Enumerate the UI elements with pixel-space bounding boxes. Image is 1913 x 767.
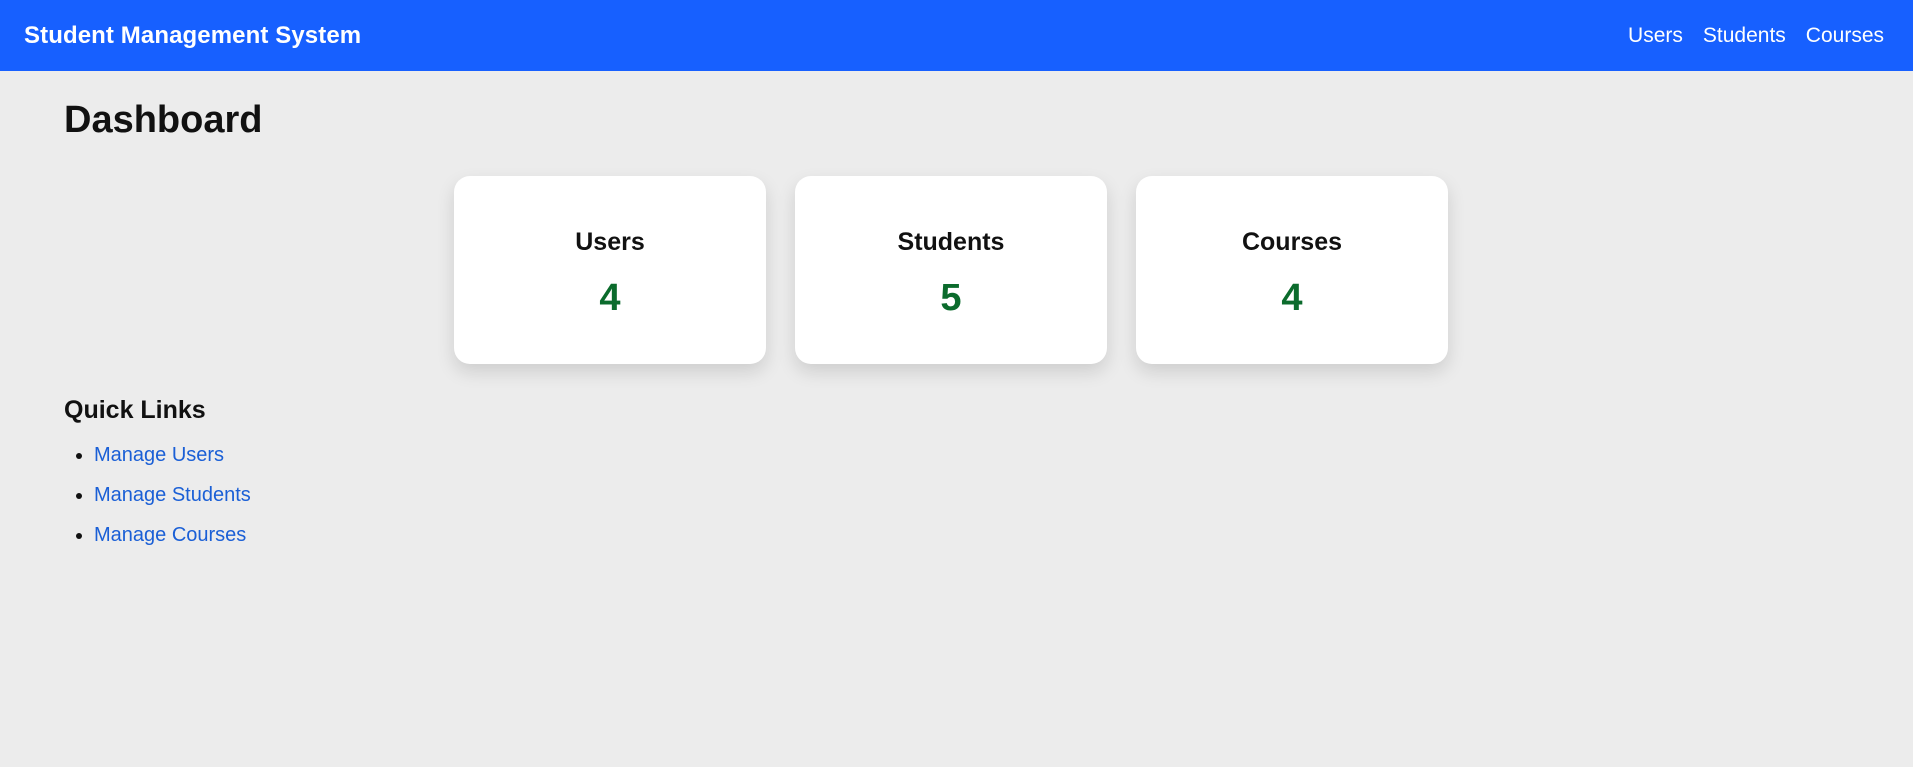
- page-title: Dashboard: [64, 99, 263, 141]
- manage-users-link[interactable]: Manage Users: [94, 444, 224, 466]
- stat-card-value: 5: [940, 277, 962, 319]
- stat-card-courses: Courses 4: [1136, 176, 1448, 364]
- quick-links-section: Quick Links Manage Users Manage Students…: [64, 396, 251, 564]
- app-title[interactable]: Student Management System: [24, 22, 361, 50]
- list-item: Manage Users: [94, 444, 251, 467]
- list-item: Manage Courses: [94, 524, 251, 547]
- stat-card-users: Users 4: [454, 176, 766, 364]
- quick-links-title: Quick Links: [64, 396, 206, 424]
- manage-students-link[interactable]: Manage Students: [94, 484, 251, 506]
- nav-link-users[interactable]: Users: [1628, 24, 1683, 48]
- quick-links-list: Manage Users Manage Students Manage Cour…: [64, 444, 251, 547]
- main-content: Dashboard Users 4 Students 5 Courses 4 Q…: [64, 71, 1849, 546]
- stat-card-value: 4: [1281, 277, 1303, 319]
- nav-link-students[interactable]: Students: [1703, 24, 1786, 48]
- stats-cards: Users 4 Students 5 Courses 4: [454, 176, 1448, 364]
- navbar: Student Management System Users Students…: [0, 0, 1913, 71]
- stat-card-label: Courses: [1241, 228, 1343, 256]
- nav-link-courses[interactable]: Courses: [1806, 24, 1884, 48]
- manage-courses-link[interactable]: Manage Courses: [94, 524, 246, 546]
- nav-menu: Users Students Courses: [1628, 24, 1884, 48]
- list-item: Manage Students: [94, 484, 251, 507]
- stat-card-value: 4: [599, 277, 621, 319]
- stat-card-label: Users: [575, 228, 645, 256]
- stat-card-label: Students: [897, 228, 1005, 256]
- stat-card-students: Students 5: [795, 176, 1107, 364]
